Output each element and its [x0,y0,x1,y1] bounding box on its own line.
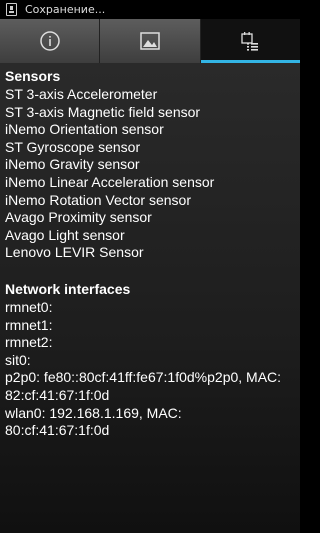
status-text: Сохранение... [25,3,106,16]
tab-calendar-list[interactable] [200,19,301,63]
list-item: sit0: [5,351,31,368]
list-item: rmnet1: [5,316,53,333]
calendar-list-icon [241,32,259,51]
sensor-list: ST 3-axis Accelerometer ST 3-axis Magnet… [5,86,295,262]
sd-card-icon [6,3,17,16]
list-item: Lenovo LEVIR Sensor [5,244,144,261]
list-item: iNemo Orientation sensor [5,121,164,138]
info-icon [39,31,60,51]
list-item: ST Gyroscope sensor [5,138,141,155]
tab-bar [0,19,301,63]
list-item: rmnet2: [5,334,53,351]
network-list: rmnet0: rmnet1: rmnet2: sit0: p2p0: fe80… [5,299,295,440]
network-title: Network interfaces [5,280,131,297]
list-item: Avago Light sensor [5,226,125,243]
list-item: wlan0: 192.168.1.169, MAC: [5,404,182,421]
info-content[interactable]: Sensors ST 3-axis Accelerometer ST 3-axi… [0,63,300,533]
list-item: p2p0: fe80::80cf:41ff:fe67:1f0d%p2p0, MA… [5,369,282,386]
list-item: Avago Proximity sensor [5,209,152,226]
tab-info[interactable] [0,19,101,63]
list-item: 82:cf:41:67:1f:0d [5,386,110,403]
list-item: ST 3-axis Accelerometer [5,86,158,102]
list-item: iNemo Rotation Vector sensor [5,191,191,208]
list-item: iNemo Linear Acceleration sensor [5,173,215,190]
list-item: iNemo Gravity sensor [5,156,140,173]
list-item: rmnet0: [5,298,53,315]
tab-image[interactable] [100,19,201,63]
list-item: 80:cf:41:67:1f:0d [5,422,110,439]
status-bar: Сохранение... [0,0,300,19]
image-icon [140,32,160,50]
list-item: ST 3-axis Magnetic field sensor [5,103,201,120]
sensors-title: Sensors [5,68,61,84]
